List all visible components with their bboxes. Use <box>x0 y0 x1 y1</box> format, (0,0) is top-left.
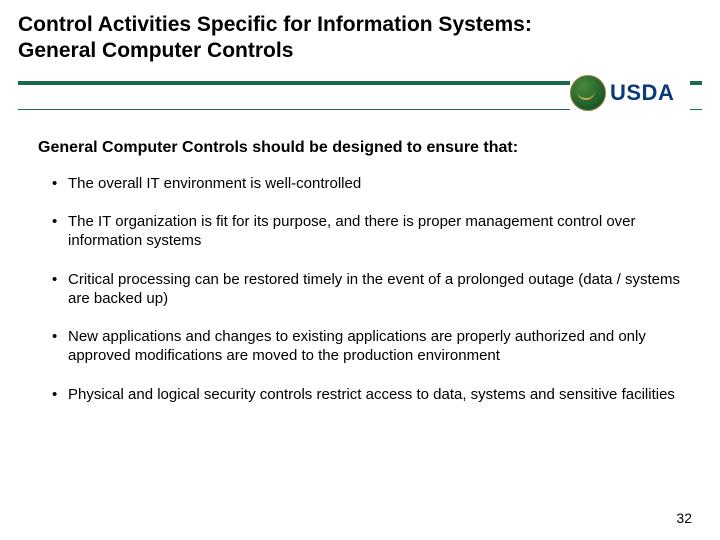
usda-seal-icon <box>570 75 606 111</box>
list-item: Critical processing can be restored time… <box>52 271 682 309</box>
list-item: The IT organization is fit for its purpo… <box>52 213 682 251</box>
slide-title: Control Activities Specific for Informat… <box>18 12 702 65</box>
list-item: New applications and changes to existing… <box>52 328 682 366</box>
lead-text: General Computer Controls should be desi… <box>38 139 682 157</box>
list-item: Physical and logical security controls r… <box>52 386 682 405</box>
title-line-2: General Computer Controls <box>18 39 293 62</box>
bullet-text: Physical and logical security controls r… <box>68 386 675 403</box>
slide-body: General Computer Controls should be desi… <box>0 121 720 405</box>
page-number: 32 <box>676 510 692 526</box>
title-line-1: Control Activities Specific for Informat… <box>18 13 532 36</box>
header-divider: USDA <box>0 75 720 121</box>
bullet-text: The IT organization is fit for its purpo… <box>68 213 636 249</box>
usda-logo-text: USDA <box>610 80 674 106</box>
usda-logo: USDA <box>570 71 690 115</box>
bullet-list: The overall IT environment is well-contr… <box>38 175 682 405</box>
bullet-text: The overall IT environment is well-contr… <box>68 175 361 192</box>
bullet-text: Critical processing can be restored time… <box>68 271 680 307</box>
list-item: The overall IT environment is well-contr… <box>52 175 682 194</box>
slide-header: Control Activities Specific for Informat… <box>0 0 720 65</box>
bullet-text: New applications and changes to existing… <box>68 328 646 364</box>
